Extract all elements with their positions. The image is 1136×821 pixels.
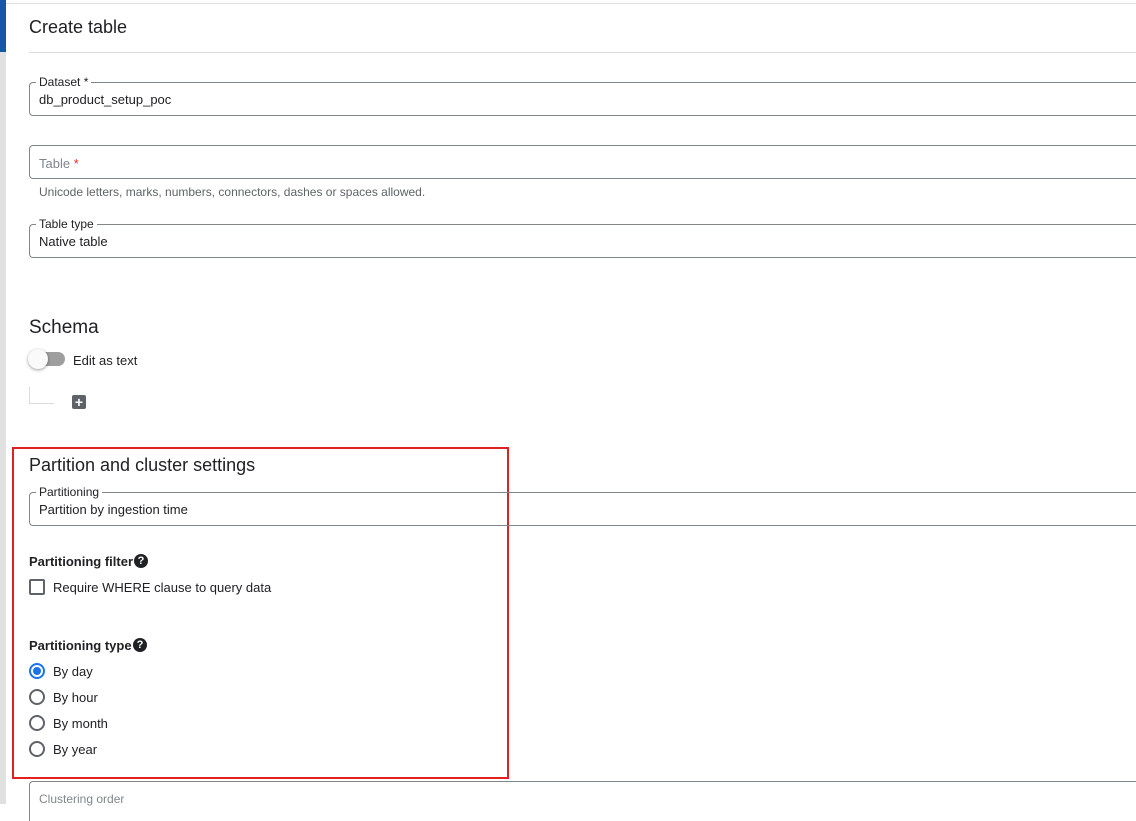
left-panel-edge (0, 0, 6, 804)
radio-by-day[interactable] (29, 663, 45, 679)
help-circle-icon[interactable]: ? (133, 638, 147, 652)
dataset-field[interactable]: Dataset * db_product_setup_poc (29, 75, 1136, 116)
header-divider (29, 52, 1136, 53)
partitioning-select[interactable]: Partitioning Partition by ingestion time (29, 485, 1136, 526)
help-circle-icon[interactable]: ? (134, 554, 148, 568)
schema-tree-line (29, 387, 54, 404)
partitioning-type-title: Partitioning type (29, 638, 132, 653)
radio-by-month[interactable] (29, 715, 45, 731)
dataset-value: db_product_setup_poc (39, 92, 172, 107)
clustering-order-input[interactable]: Clustering order (29, 781, 1136, 821)
dialog-header: Create table (6, 3, 1136, 52)
radio-by-year-label: By year (53, 742, 98, 757)
radio-by-day-label: By day (53, 664, 93, 679)
schema-title: Schema (29, 317, 99, 338)
edit-as-text-label: Edit as text (73, 353, 138, 368)
partitioning-label: Partitioning (36, 485, 103, 499)
radio-by-year[interactable] (29, 741, 45, 757)
edit-as-text-toggle[interactable] (28, 349, 65, 369)
table-placeholder: Table * (39, 156, 79, 171)
toggle-knob (28, 349, 48, 369)
table-type-value: Native table (39, 234, 108, 249)
table-type-label: Table type (36, 217, 97, 231)
table-name-hint: Unicode letters, marks, numbers, connect… (39, 185, 426, 199)
radio-by-hour-label: By hour (53, 690, 98, 705)
table-name-input[interactable]: Table * (29, 145, 1136, 179)
table-type-select[interactable]: Table type Native table (29, 217, 1136, 258)
partitioning-filter-title: Partitioning filter (29, 554, 133, 569)
radio-by-hour[interactable] (29, 689, 45, 705)
partitioning-value: Partition by ingestion time (39, 502, 188, 517)
plus-box-icon[interactable]: + (72, 395, 86, 409)
page-title: Create table (29, 17, 128, 37)
dataset-label: Dataset * (36, 75, 92, 89)
require-where-label: Require WHERE clause to query data (53, 580, 272, 595)
radio-by-month-label: By month (53, 716, 108, 731)
partition-section-title: Partition and cluster settings (29, 455, 256, 475)
require-where-checkbox[interactable] (29, 579, 45, 595)
